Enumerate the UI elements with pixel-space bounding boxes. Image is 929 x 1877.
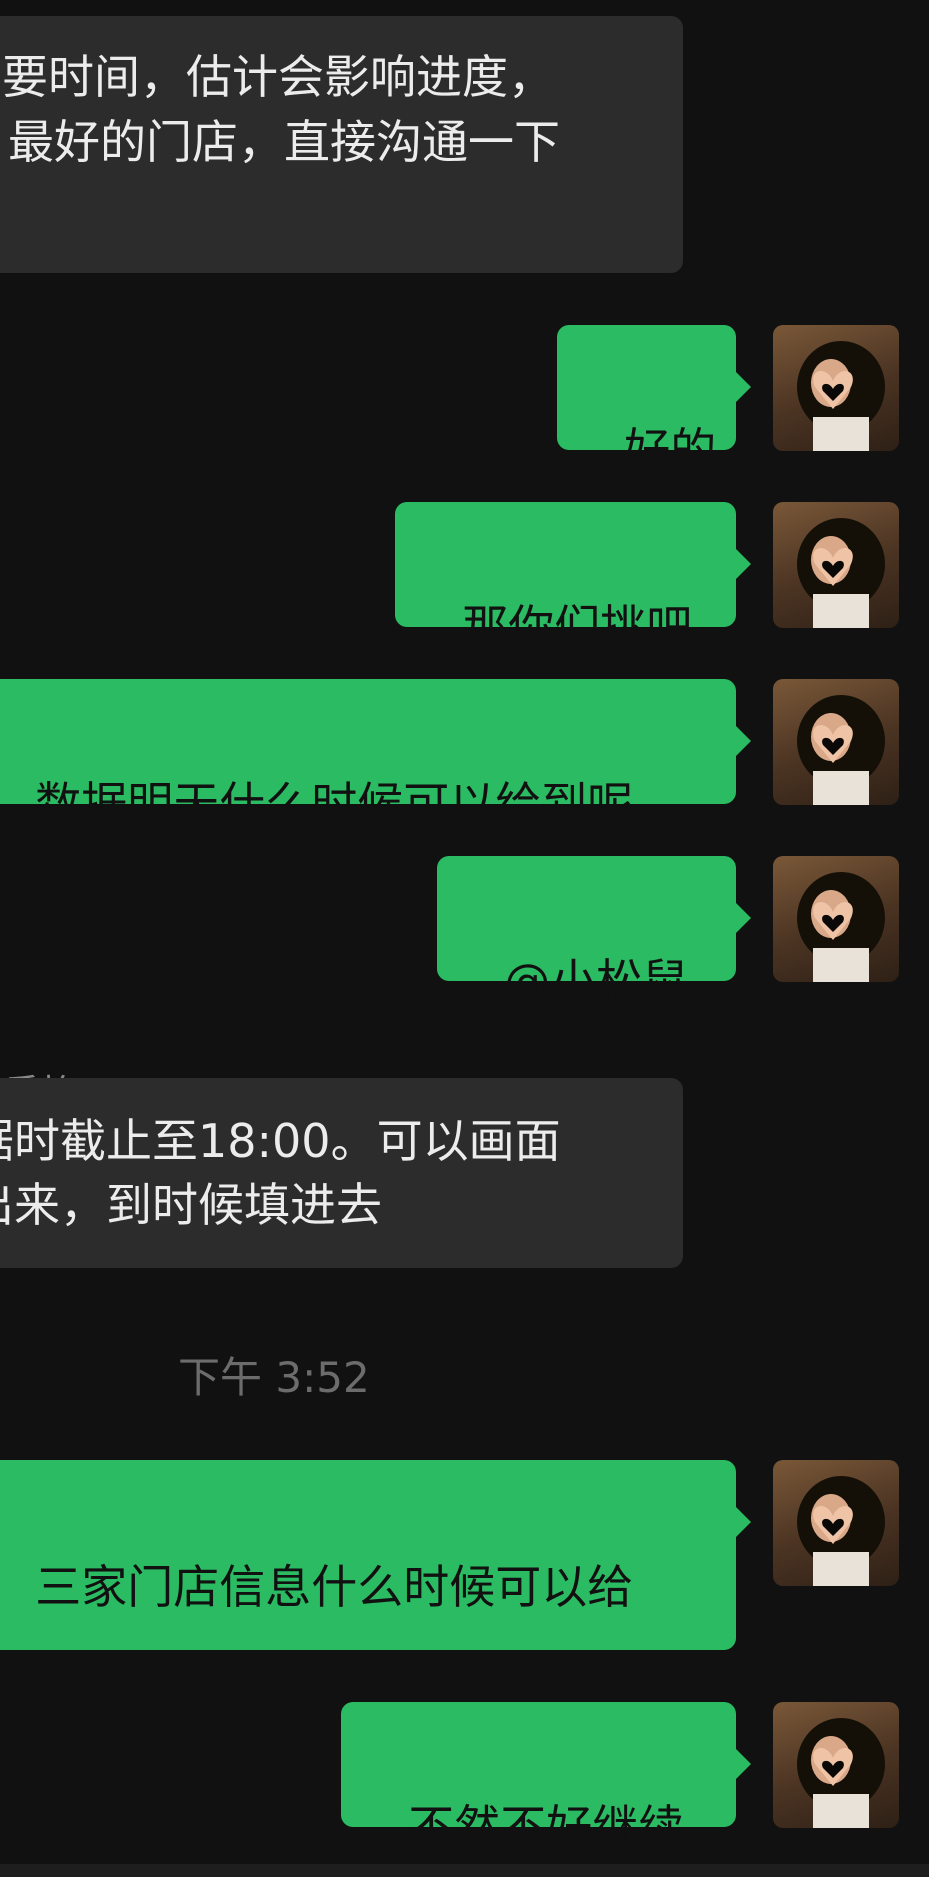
incoming-message[interactable]: 据时截止至18:00。可以画面 出来，到时候填进去	[0, 1078, 683, 1268]
message-line: 最好的门店，直接沟通一下	[8, 115, 560, 169]
avatar[interactable]	[773, 1702, 899, 1828]
outgoing-message[interactable]: 数据明天什么时候可以给到呢	[0, 679, 736, 831]
avatar[interactable]	[773, 325, 899, 451]
avatar-icon	[797, 518, 885, 628]
avatar-icon	[797, 695, 885, 805]
bubble-tail	[736, 1749, 751, 1779]
message-line: 需要时间，估计会影响进度，	[0, 50, 554, 104]
avatar-icon	[797, 872, 885, 982]
message-text: 数据明天什么时候可以给到呢	[35, 777, 634, 831]
avatar[interactable]	[773, 679, 899, 805]
message-text: 那你们挑吧	[462, 600, 693, 654]
avatar[interactable]	[773, 502, 899, 628]
avatar[interactable]	[773, 1460, 899, 1586]
avatar[interactable]	[773, 856, 899, 982]
message-line: 出来，到时候填进去	[0, 1178, 382, 1232]
avatar-icon	[797, 1718, 885, 1828]
bubble-tail	[736, 549, 751, 579]
avatar-icon	[797, 341, 885, 451]
input-bar-edge	[0, 1864, 929, 1877]
outgoing-message[interactable]: @小松鼠	[437, 856, 736, 1008]
bubble-tail	[736, 1507, 751, 1537]
message-line: 据时截止至18:00。可以画面	[0, 1114, 561, 1168]
avatar-icon	[797, 1476, 885, 1586]
message-text: 不然不好继续	[408, 1800, 685, 1854]
outgoing-message[interactable]: 好的	[557, 325, 736, 477]
timestamp: 下午 3:52	[178, 1353, 370, 1402]
incoming-message[interactable]: 需要时间，估计会影响进度， 最好的门店，直接沟通一下	[0, 16, 683, 273]
bubble-tail	[736, 726, 751, 756]
bubble-tail	[736, 372, 751, 402]
message-text: 三家门店信息什么时候可以给	[35, 1560, 634, 1614]
bubble-tail	[736, 903, 751, 933]
message-text: 好的	[624, 423, 717, 477]
outgoing-message[interactable]: 不然不好继续	[341, 1702, 736, 1854]
outgoing-message[interactable]: 三家门店信息什么时候可以给	[0, 1460, 736, 1650]
outgoing-message[interactable]: 那你们挑吧	[395, 502, 736, 654]
message-text: @小松鼠	[504, 954, 689, 1008]
